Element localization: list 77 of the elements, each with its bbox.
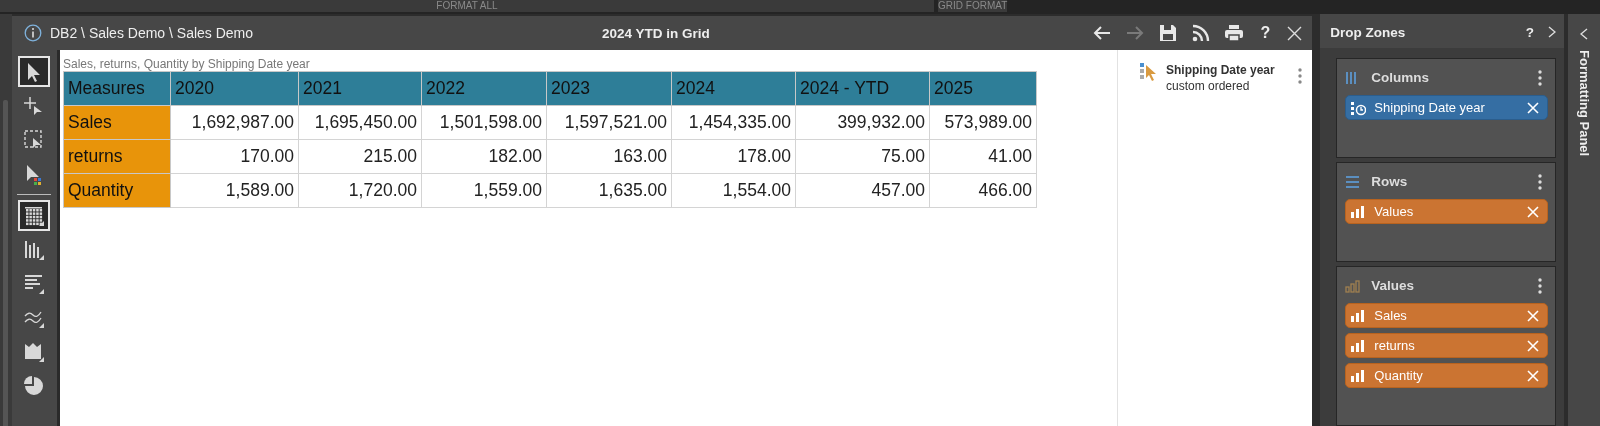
table-cell: 1,454,335.00 <box>671 105 796 140</box>
table-cell: 182.00 <box>421 139 547 174</box>
table-cell: 1,501,598.00 <box>421 105 547 140</box>
table-cell: 1,589.00 <box>170 173 299 208</box>
info-icon[interactable] <box>24 24 42 42</box>
column-header: 2024 - YTD <box>795 71 930 106</box>
field-chip[interactable]: Shipping Date year <box>1345 95 1549 120</box>
column-header: 2022 <box>421 71 547 106</box>
print-icon[interactable] <box>1223 23 1244 43</box>
table-cell: 170.00 <box>170 139 299 174</box>
table-cell: 75.00 <box>795 139 930 174</box>
rows-icon <box>1345 173 1362 190</box>
view-title: 2024 YTD in Grid <box>602 25 710 41</box>
zone-title: Values <box>1371 278 1416 293</box>
row-header: Sales <box>63 105 171 140</box>
breadcrumb-path: DB2 \ Sales Demo \ Sales Demo <box>50 25 254 41</box>
column-header: 2020 <box>170 71 299 106</box>
table-cell: 41.00 <box>929 139 1037 174</box>
table-cell: 1,559.00 <box>421 173 547 208</box>
more-icon[interactable] <box>1538 277 1543 294</box>
chip-label: Quantity <box>1374 368 1424 383</box>
bar-chart-icon <box>1350 203 1367 220</box>
table-cell: 399,932.00 <box>795 105 930 140</box>
more-icon[interactable] <box>1538 69 1543 86</box>
column-header: 2021 <box>298 71 422 106</box>
table-cell: 1,554.00 <box>671 173 796 208</box>
row-header: returns <box>63 139 171 174</box>
field-name: Shipping Date year <box>1166 62 1275 78</box>
chevron-left-icon[interactable] <box>1580 28 1588 40</box>
more-icon[interactable] <box>1298 68 1303 84</box>
column-header: 2025 <box>929 71 1037 106</box>
grid-tool[interactable] <box>18 200 51 231</box>
bar-chart-icon <box>1345 277 1362 294</box>
chip-label: Sales <box>1374 308 1408 323</box>
save-icon[interactable] <box>1157 23 1178 43</box>
pointer-icon <box>1140 62 1158 82</box>
rss-feed-icon[interactable] <box>1190 23 1211 43</box>
table-cell: 1,692,987.00 <box>170 105 299 140</box>
format-tab[interactable]: FORMAT ALL <box>0 0 934 12</box>
bar-chart-icon <box>1350 367 1367 384</box>
table-cell: 163.00 <box>546 139 672 174</box>
table-cell: 466.00 <box>929 173 1037 208</box>
zone-title: Rows <box>1371 174 1409 189</box>
table-cell: 215.00 <box>298 139 422 174</box>
table-cell: 573,989.00 <box>929 105 1037 140</box>
chip-label: Values <box>1374 204 1415 219</box>
table-cell: 1,597,521.00 <box>546 105 672 140</box>
panel-title: Drop Zones <box>1330 24 1407 40</box>
more-icon[interactable] <box>1538 173 1543 190</box>
field-note: custom ordered <box>1166 78 1251 94</box>
table-cell: 1,695,450.00 <box>298 105 422 140</box>
zone-title: Columns <box>1371 70 1431 85</box>
row-header: Quantity <box>63 173 171 208</box>
bar-chart-icon <box>1350 337 1367 354</box>
grid-caption: Sales, returns, Quantity by Shipping Date year <box>63 57 311 71</box>
bar-chart-icon <box>1350 307 1367 324</box>
table-cell: 1,635.00 <box>546 173 672 208</box>
chevron-right-icon[interactable] <box>1548 26 1557 38</box>
chip-label: returns <box>1374 338 1416 353</box>
table-cell: 457.00 <box>795 173 930 208</box>
field-chip[interactable]: returns <box>1345 333 1549 358</box>
chip-label: Shipping Date year <box>1374 100 1486 115</box>
column-header: 2023 <box>546 71 672 106</box>
field-chip[interactable]: Quantity <box>1345 363 1549 388</box>
pointer-tool[interactable] <box>18 56 51 87</box>
format-tab[interactable]: GRID FORMAT <box>938 0 1008 12</box>
field-chip[interactable]: Values <box>1345 199 1549 224</box>
field-chip[interactable]: Sales <box>1345 303 1549 328</box>
close-icon[interactable] <box>1287 25 1303 41</box>
help-button[interactable]: ? <box>1525 24 1535 40</box>
help-button[interactable]: ? <box>1256 24 1275 42</box>
calendar-clock-icon <box>1350 99 1367 116</box>
table-cell: 1,720.00 <box>298 173 422 208</box>
corner-header: Measures <box>63 71 171 106</box>
column-header: 2024 <box>671 71 796 106</box>
formatting-panel-tab[interactable]: Formatting Panel <box>1576 50 1592 157</box>
table-cell: 178.00 <box>671 139 796 174</box>
